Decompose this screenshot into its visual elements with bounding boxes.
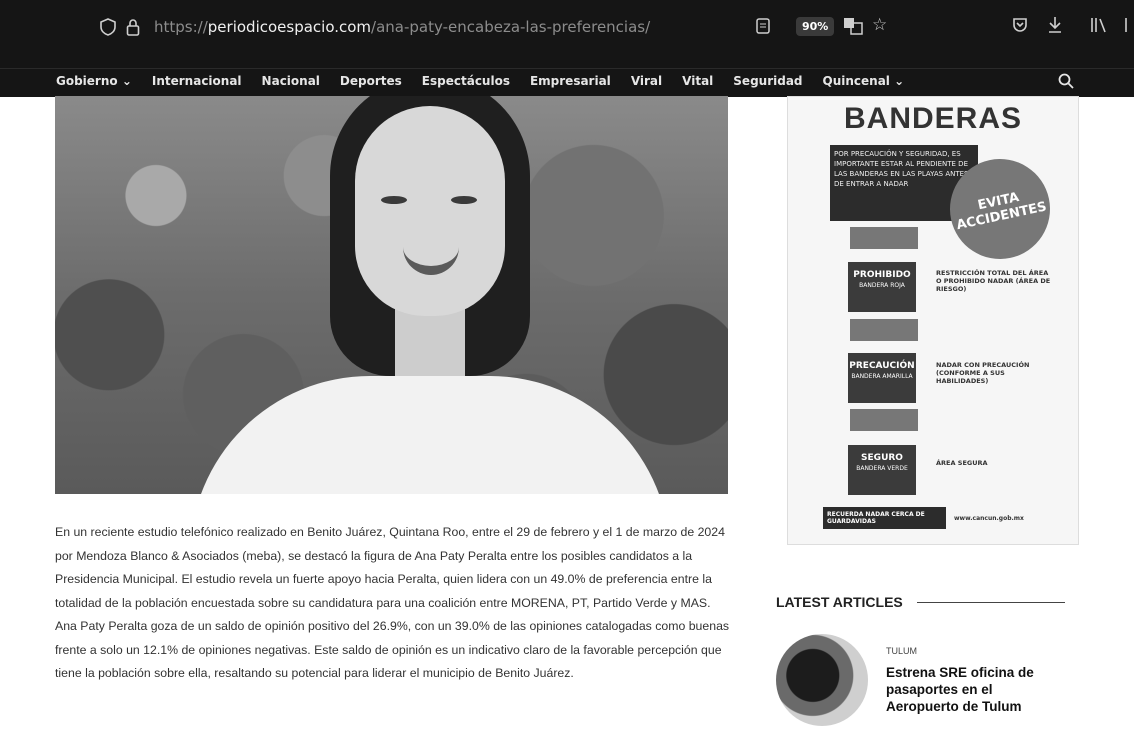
ad-row-sub: BANDERA AMARILLA (851, 373, 913, 380)
article-title-link[interactable]: Estrena SRE oficina de pasaportes en el … (886, 664, 1066, 715)
nav-item-empresarial[interactable]: Empresarial (530, 74, 611, 88)
pocket-icon[interactable] (1012, 17, 1028, 33)
library-icon[interactable] (1090, 17, 1108, 33)
ad-row-label: PRECAUCIÓN (849, 361, 915, 371)
ad-title: BANDERAS (843, 102, 1022, 135)
nav-item-internacional[interactable]: Internacional (152, 74, 242, 88)
ad-site: www.cancun.gob.mx (954, 514, 1024, 522)
nav-item-viral[interactable]: Viral (631, 74, 662, 88)
ad-remember: RECUERDA NADAR CERCA DE GUARDAVIDAS (823, 507, 946, 529)
article-paragraph: Ana Paty Peralta goza de un saldo de opi… (55, 619, 730, 680)
latest-articles-header: LATEST ARTICLES (776, 594, 1065, 610)
nav-item-vital[interactable]: Vital (682, 74, 713, 88)
flag-icon (850, 409, 918, 431)
nav-item-espectaculos[interactable]: Espectáculos (422, 74, 510, 88)
nav-item-deportes[interactable]: Deportes (340, 74, 402, 88)
address-bar[interactable]: https://periodicoespacio.com/ana-paty-en… (100, 10, 1134, 44)
ad-row-desc: NADAR CON PRECAUCIÓN (CONFORME A SUS HAB… (936, 361, 1030, 385)
ad-row-prohibido: PROHIBIDO BANDERA ROJA (848, 262, 916, 312)
nav-item-quincenal[interactable]: Quincenal ⌄ (823, 74, 905, 88)
url-domain: periodicoespacio.com (207, 18, 372, 36)
article-thumbnail[interactable] (776, 634, 868, 726)
nav-item-nacional[interactable]: Nacional (262, 74, 320, 88)
ad-row-desc: ÁREA SEGURA (936, 459, 988, 467)
site-navigation: Gobierno ⌄ Internacional Nacional Deport… (0, 68, 1134, 97)
ad-row-seguro: SEGURO BANDERA VERDE (848, 445, 916, 495)
url-text[interactable]: https://periodicoespacio.com/ana-paty-en… (154, 18, 650, 36)
article-paragraph: En un reciente estudio telefónico realiz… (55, 525, 725, 610)
translate-icon[interactable] (843, 17, 863, 35)
reader-view-icon[interactable] (756, 18, 770, 34)
ad-row-precaucion: PRECAUCIÓN BANDERA AMARILLA (848, 353, 916, 403)
divider (916, 601, 1065, 603)
ad-row-label: PROHIBIDO (853, 270, 911, 280)
hero-person-eye (451, 196, 477, 204)
browser-toolbar: https://periodicoespacio.com/ana-paty-en… (0, 0, 1134, 68)
ad-row-label: SEGURO (861, 453, 903, 463)
latest-article-card[interactable]: TULUM Estrena SRE oficina de pasaportes … (776, 634, 1086, 744)
ad-footer: RECUERDA NADAR CERCA DE GUARDAVIDAS www.… (823, 507, 1043, 529)
flag-icon (850, 227, 918, 249)
lock-icon[interactable] (126, 18, 140, 36)
hero-person-eye (381, 196, 407, 204)
zoom-level[interactable]: 90% (796, 17, 835, 36)
flag-icon (850, 319, 918, 341)
ad-row-sub: BANDERA VERDE (856, 465, 908, 472)
search-icon[interactable] (1058, 73, 1074, 93)
latest-articles-title: LATEST ARTICLES (776, 594, 903, 610)
nav-item-gobierno[interactable]: Gobierno ⌄ (56, 74, 132, 88)
url-path: /ana-paty-encabeza-las-preferencias/ (371, 18, 651, 36)
article-body: En un reciente estudio telefónico realiz… (55, 521, 735, 686)
nav-item-seguridad[interactable]: Seguridad (733, 74, 802, 88)
ad-row-desc: RESTRICCIÓN TOTAL DEL ÁREA O PROHIBIDO N… (936, 269, 1051, 293)
url-protocol: https:// (154, 18, 208, 36)
bookmark-star-icon[interactable]: ☆ (872, 15, 887, 35)
sidebar-icon[interactable] (1124, 17, 1134, 33)
ad-row-sub: BANDERA ROJA (859, 282, 905, 289)
nav-menu: Gobierno ⌄ Internacional Nacional Deport… (56, 74, 924, 88)
hero-person-face (355, 106, 505, 316)
banderas-ad[interactable]: BANDERAS POR PRECAUCIÓN Y SEGURIDAD, ES … (787, 96, 1079, 545)
shield-icon[interactable] (100, 18, 116, 36)
article-hero-image (55, 96, 728, 494)
article-category[interactable]: TULUM (886, 646, 917, 656)
download-icon[interactable] (1048, 16, 1062, 34)
